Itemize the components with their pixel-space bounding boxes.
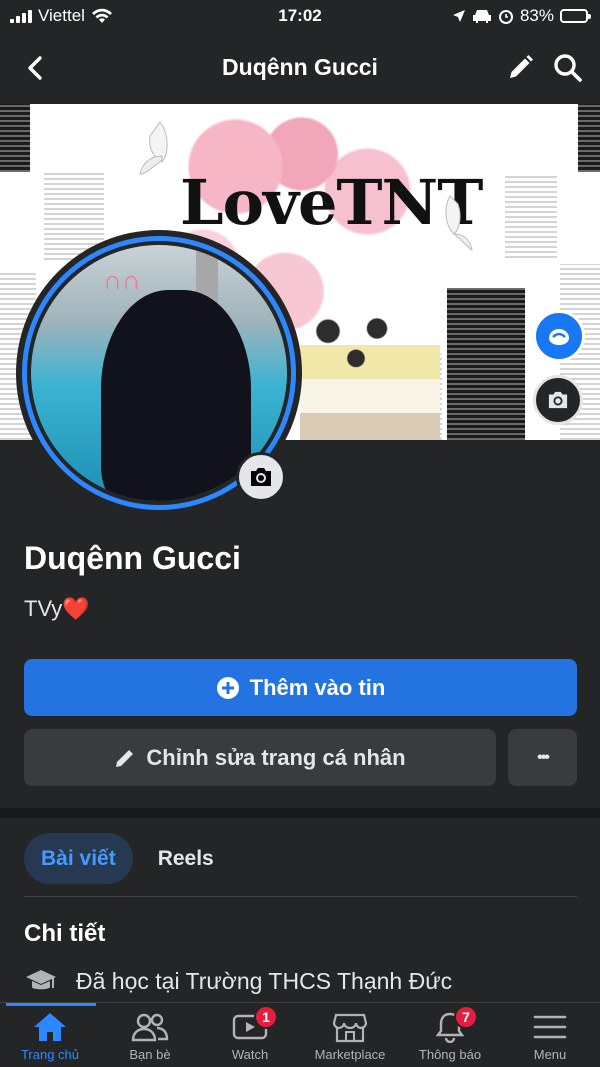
camera-icon — [251, 468, 271, 486]
watch-badge: 1 — [254, 1005, 278, 1029]
cover-pattern-dark — [578, 104, 600, 172]
alarm-icon — [498, 10, 513, 24]
search-icon[interactable] — [550, 50, 586, 86]
section-divider — [0, 808, 600, 818]
nav-home[interactable]: Trang chủ — [0, 1009, 100, 1067]
profile-name: Duqênn Gucci — [24, 540, 241, 576]
nav-menu[interactable]: Menu — [500, 1009, 600, 1067]
nav-friends[interactable]: Bạn bè — [100, 1009, 200, 1067]
nav-menu-label: Menu — [533, 1047, 567, 1062]
butterfly-icon — [445, 195, 473, 251]
details-title: Chi tiết — [24, 920, 106, 947]
bell-icon: 7 — [430, 1005, 478, 1045]
friends-icon — [130, 1009, 170, 1045]
bottom-navigation: Trang chủ Bạn bè 1 Watch Marketplace 7 T… — [0, 1002, 600, 1067]
cover-pattern-dark — [0, 104, 30, 172]
nav-watch-label: Watch — [231, 1047, 269, 1062]
nav-watch[interactable]: 1 Watch — [200, 1005, 300, 1067]
tab-posts[interactable]: Bài viết — [24, 833, 133, 884]
cover-camera-button[interactable] — [533, 375, 583, 425]
nav-friends-label: Bạn bè — [129, 1047, 171, 1062]
status-right: 83% — [452, 6, 591, 26]
location-icon — [452, 10, 465, 22]
watch-icon: 1 — [230, 1005, 278, 1045]
nav-home-label: Trang chủ — [20, 1047, 80, 1062]
marketplace-icon — [330, 1009, 370, 1045]
add-to-story-label: Thêm vào tin — [249, 674, 386, 700]
nav-marketplace[interactable]: Marketplace — [300, 1009, 400, 1067]
nav-notifications-label: Thông báo — [418, 1047, 482, 1062]
bunny-ears-icon: ∩∩ — [103, 265, 141, 295]
education-text: Đã học tại Trường THCS Thạnh Đức — [76, 967, 453, 994]
car-icon — [472, 10, 491, 23]
battery-percent: 83% — [519, 6, 554, 25]
pencil-icon — [116, 749, 134, 767]
nav-notifications[interactable]: 7 Thông báo — [400, 1005, 500, 1067]
profile-tabs: Bài viết Reels — [24, 833, 231, 884]
avatar-icon — [549, 329, 569, 345]
camera-icon — [548, 391, 568, 409]
photo-person — [101, 290, 251, 501]
profile-header: Duqênn Gucci — [0, 32, 600, 104]
more-icon: ••• — [537, 748, 550, 766]
plus-circle-icon — [216, 676, 239, 699]
graduation-cap-icon — [26, 970, 56, 990]
cover-pattern-text — [505, 176, 557, 258]
pencil-icon[interactable] — [502, 50, 538, 86]
menu-icon — [530, 1009, 570, 1045]
tabs-divider — [24, 896, 577, 897]
add-to-story-button[interactable]: Thêm vào tin — [24, 659, 577, 716]
education-detail: Đã học tại Trường THCS Thạnh Đức — [24, 966, 452, 996]
more-options-button[interactable]: ••• — [508, 729, 577, 786]
cover-group-photo — [300, 304, 440, 440]
butterfly-icon — [139, 121, 168, 175]
profile-bio: TVy❤️ — [24, 596, 90, 621]
tab-reels[interactable]: Reels — [141, 833, 231, 884]
status-bar: Viettel 17:02 83% — [0, 0, 600, 32]
nav-marketplace-label: Marketplace — [314, 1047, 386, 1062]
profile-camera-button[interactable] — [236, 452, 286, 502]
notifications-badge: 7 — [454, 1005, 478, 1029]
edit-profile-label: Chỉnh sửa trang cá nhân — [146, 744, 406, 770]
edit-profile-button[interactable]: Chỉnh sửa trang cá nhân — [24, 729, 496, 786]
active-tab-indicator — [6, 1003, 96, 1006]
home-icon — [30, 1009, 70, 1045]
cover-pattern-dark — [447, 288, 525, 440]
avatar-button[interactable] — [533, 310, 585, 362]
battery-icon — [560, 9, 591, 23]
